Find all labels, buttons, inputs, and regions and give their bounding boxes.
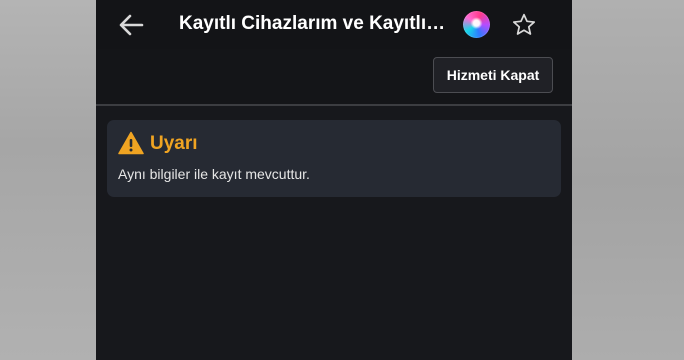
warning-icon	[118, 131, 144, 155]
toolbar: Hizmeti Kapat	[96, 49, 572, 106]
app-screen: Kayıtlı Cihazlarım ve Kayıtlı Kartlarım …	[96, 0, 572, 360]
back-arrow-icon[interactable]	[116, 10, 146, 40]
navigation-bar: Kayıtlı Cihazlarım ve Kayıtlı Kartlarım	[96, 0, 572, 49]
warning-alert: Uyarı Aynı bilgiler ile kayıt mevcuttur.	[107, 120, 561, 197]
close-service-button[interactable]: Hizmeti Kapat	[433, 57, 553, 93]
page-title: Kayıtlı Cihazlarım ve Kayıtlı Kartlarım	[179, 13, 449, 34]
alert-message: Aynı bilgiler ile kayıt mevcuttur.	[118, 166, 310, 182]
alert-title: Uyarı	[150, 133, 198, 154]
background-right	[572, 0, 684, 360]
siri-icon[interactable]	[463, 11, 490, 38]
background-left	[0, 0, 96, 360]
star-icon[interactable]	[510, 11, 538, 39]
